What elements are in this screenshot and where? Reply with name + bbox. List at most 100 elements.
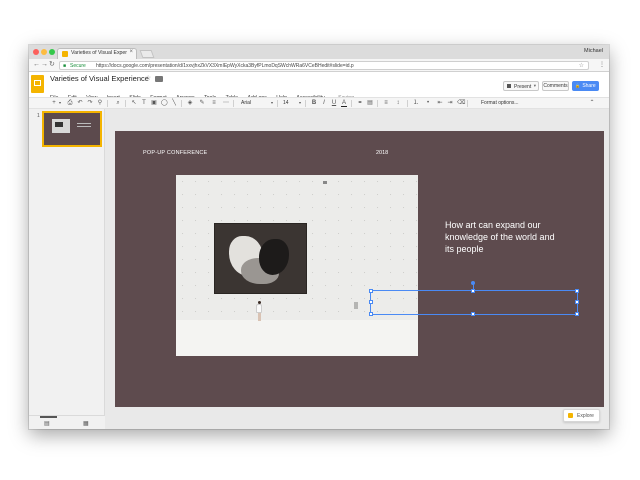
slide-thumbnail[interactable] — [42, 111, 102, 147]
view-switcher: ▤ ▦ — [29, 415, 105, 429]
print-icon[interactable]: ⎙ — [67, 100, 73, 106]
thumbnail-text — [77, 123, 91, 124]
resize-handle-top-right[interactable] — [575, 289, 579, 293]
resize-handle-bottom-left[interactable] — [369, 312, 373, 316]
resize-handle-top-left[interactable] — [369, 289, 373, 293]
text-box-icon[interactable]: T — [141, 100, 147, 106]
back-arrow-icon[interactable]: ← — [33, 61, 40, 69]
present-dropdown-icon[interactable]: ▾ — [534, 83, 536, 89]
font-family-select[interactable]: Arial — [241, 100, 251, 106]
visitor-figure — [256, 301, 262, 321]
resize-handle-right[interactable] — [575, 300, 579, 304]
filmstrip-view-icon[interactable]: ▤ — [44, 420, 50, 427]
resize-handle-left[interactable] — [369, 300, 373, 304]
bold-icon[interactable]: B — [311, 100, 317, 106]
document-title[interactable]: Varieties of Visual Experience — [50, 74, 149, 83]
reload-icon[interactable]: ↻ — [49, 61, 55, 69]
slides-favicon-icon — [62, 51, 68, 57]
bulleted-list-icon[interactable]: • — [425, 100, 431, 106]
maximize-window-icon[interactable] — [49, 49, 55, 55]
font-family-dropdown-icon[interactable]: ▾ — [269, 100, 275, 106]
share-label: Share — [582, 83, 596, 89]
numbered-list-icon[interactable]: ⒈ — [413, 100, 419, 106]
font-size-select[interactable]: 14 — [283, 100, 289, 106]
resize-handle-bottom[interactable] — [471, 312, 475, 316]
undo-icon[interactable]: ↶ — [77, 100, 83, 106]
bookmark-star-icon[interactable]: ☆ — [579, 62, 584, 69]
border-weight-icon[interactable]: ≡ — [211, 100, 217, 106]
star-icon[interactable]: ☆ — [145, 74, 151, 82]
browser-tab[interactable]: Varieties of Visual Experience × — [57, 48, 137, 59]
italic-icon[interactable]: I — [321, 100, 327, 106]
slides-logo-icon[interactable] — [31, 75, 44, 93]
forward-arrow-icon[interactable]: → — [41, 61, 48, 69]
resize-handle-bottom-right[interactable] — [575, 312, 579, 316]
text-color-icon[interactable]: A — [341, 100, 347, 107]
url-field[interactable]: ■ Secure https://docs.google.com/present… — [59, 61, 589, 70]
format-options-button[interactable]: Format options... — [481, 100, 519, 106]
comments-button[interactable]: Comments — [542, 81, 569, 91]
tab-close-icon[interactable]: × — [129, 49, 133, 55]
wall-panel — [354, 302, 358, 309]
toolbar-divider — [277, 100, 278, 107]
docs-header: Varieties of Visual Experience ☆ File Ed… — [29, 72, 609, 101]
year-label[interactable]: 2018 — [376, 150, 388, 156]
toolbar-divider — [407, 100, 408, 107]
folder-icon[interactable] — [155, 76, 163, 82]
select-tool-icon[interactable]: ↖ — [131, 100, 137, 106]
gallery-photo[interactable] — [176, 175, 418, 356]
increase-indent-icon[interactable]: ⇥ — [447, 100, 453, 106]
new-slide-dropdown-icon[interactable]: ▾ — [57, 100, 63, 106]
underline-icon[interactable]: U — [331, 100, 337, 106]
border-color-icon[interactable]: ✎ — [199, 100, 205, 106]
browser-user-name[interactable]: Michael — [584, 48, 603, 54]
minimize-window-icon[interactable] — [41, 49, 47, 55]
shape-icon[interactable]: ◯ — [161, 100, 168, 106]
toolbar-divider — [351, 100, 352, 107]
collapse-toolbar-icon[interactable]: ⌃ — [589, 100, 595, 106]
resize-handle-top[interactable] — [471, 289, 475, 293]
toolbar-divider — [467, 100, 468, 107]
comment-icon[interactable]: ▤ — [367, 100, 373, 106]
border-dash-icon[interactable]: ⋯ — [223, 100, 229, 106]
image-icon[interactable]: ▣ — [151, 100, 157, 106]
font-size-dropdown-icon[interactable]: ▾ — [297, 100, 303, 106]
grid-view-icon[interactable]: ▦ — [83, 420, 89, 427]
zoom-icon[interactable]: ⌕ — [115, 100, 121, 106]
link-icon[interactable]: ⚭ — [357, 100, 363, 106]
line-icon[interactable]: ╲ — [171, 100, 177, 106]
toolbar-divider — [233, 100, 234, 107]
lock-icon: ■ — [63, 63, 67, 69]
toolbar-divider — [125, 100, 126, 107]
explore-icon — [568, 413, 573, 418]
gallery-floor — [176, 320, 418, 356]
slide-filmstrip: 1 ▤ ▦ — [29, 109, 105, 429]
decrease-indent-icon[interactable]: ⇤ — [437, 100, 443, 106]
explore-label: Explore — [577, 413, 594, 419]
line-spacing-icon[interactable]: ↕ — [395, 100, 401, 106]
slide-canvas[interactable]: POP-UP CONFERENCE 2018 How art can expan… — [115, 131, 604, 407]
close-window-icon[interactable] — [33, 49, 39, 55]
toolbar-divider — [181, 100, 182, 107]
redo-icon[interactable]: ↷ — [87, 100, 93, 106]
clear-formatting-icon[interactable]: ⌫ — [457, 100, 465, 106]
browser-window: Varieties of Visual Experience × Michael… — [29, 45, 609, 429]
share-lock-icon: 🔒 — [575, 83, 581, 88]
fill-color-icon[interactable]: ◈ — [187, 100, 193, 106]
thumbnail-image — [52, 119, 70, 133]
rotation-handle[interactable] — [471, 281, 475, 285]
explore-button[interactable]: Explore — [563, 409, 600, 422]
conference-label[interactable]: POP-UP CONFERENCE — [143, 150, 207, 156]
new-tab-button[interactable] — [139, 50, 155, 58]
slide-number: 1 — [37, 113, 40, 119]
slide-heading[interactable]: How art can expand our knowledge of the … — [445, 219, 565, 255]
address-bar-row: ← → ↻ ■ Secure https://docs.google.com/p… — [29, 59, 609, 72]
selected-text-box[interactable] — [369, 281, 579, 316]
browser-menu-icon[interactable]: ⋮ — [599, 61, 605, 68]
present-button[interactable]: Present ▾ — [503, 81, 539, 91]
secure-label: Secure — [70, 63, 86, 69]
align-icon[interactable]: ≡ — [383, 100, 389, 106]
tab-title: Varieties of Visual Experience — [71, 50, 127, 56]
paint-format-icon[interactable]: ⚲ — [97, 100, 103, 106]
share-button[interactable]: 🔒 Share — [572, 81, 599, 91]
